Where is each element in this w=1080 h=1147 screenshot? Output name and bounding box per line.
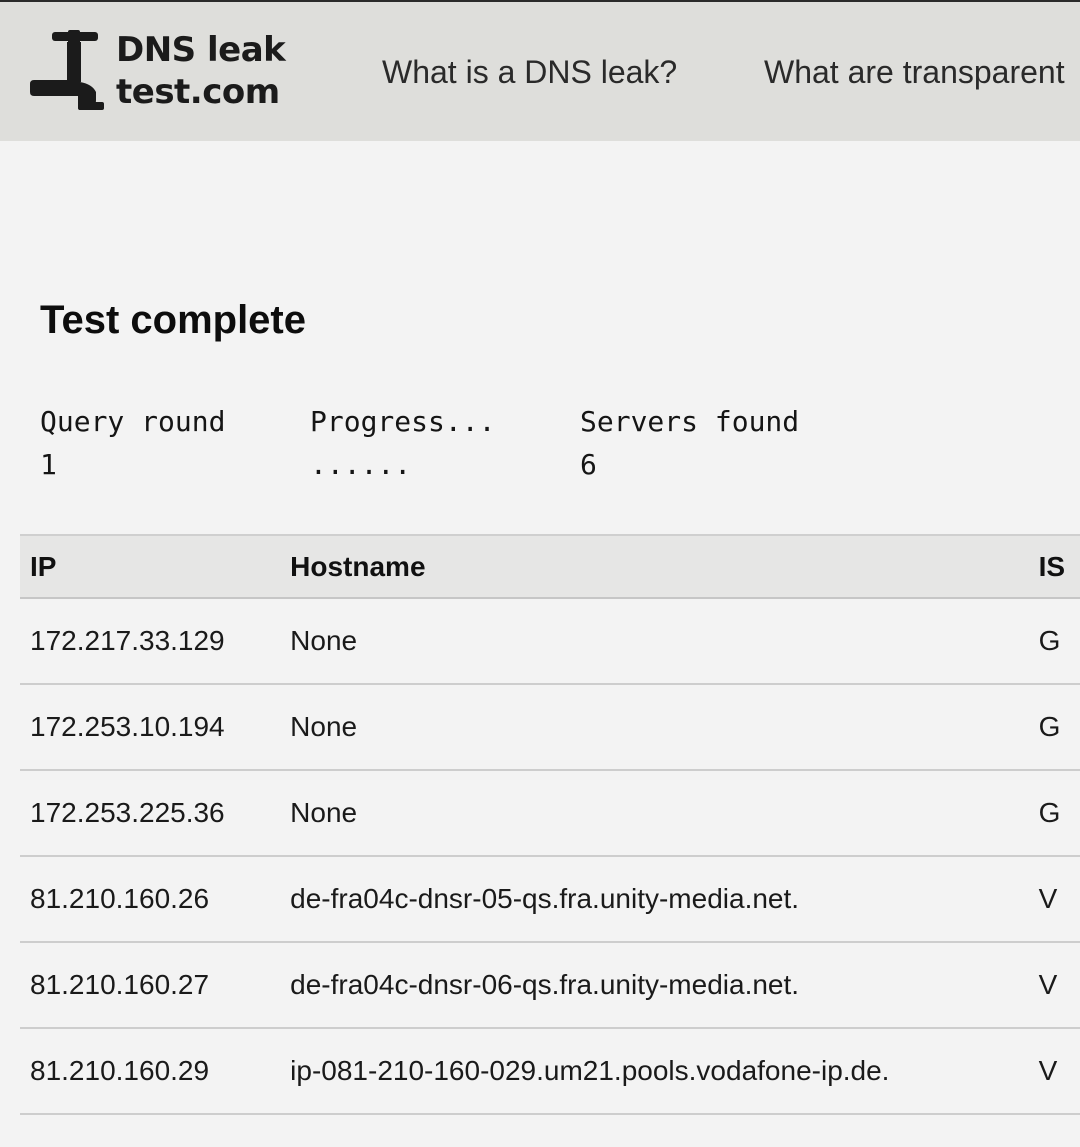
cell-isp: G bbox=[1028, 684, 1080, 771]
page-title: Test complete bbox=[40, 298, 306, 342]
table-row: 172.217.33.129 None G bbox=[20, 598, 1080, 685]
cell-hostname: None bbox=[280, 598, 1029, 685]
site-header: DNS leak test.com What is a DNS leak? Wh… bbox=[0, 2, 1080, 141]
progress-value: ...... bbox=[310, 448, 412, 481]
progress: Progress... ...... bbox=[310, 400, 570, 486]
table-row: 172.253.10.194 None G bbox=[20, 684, 1080, 771]
cell-hostname: None bbox=[280, 684, 1029, 771]
table-row: 81.210.160.26 de-fra04c-dnsr-05-qs.fra.u… bbox=[20, 856, 1080, 943]
table-row: 81.210.160.27 de-fra04c-dnsr-06-qs.fra.u… bbox=[20, 942, 1080, 1029]
results-table: IP Hostname IS 172.217.33.129 None G 172… bbox=[20, 534, 1080, 1115]
cell-hostname: ip-081-210-160-029.um21.pools.vodafone-i… bbox=[280, 1028, 1029, 1115]
table-header-row: IP Hostname IS bbox=[20, 535, 1080, 598]
cell-ip: 81.210.160.26 bbox=[20, 856, 281, 943]
servers-found: Servers found 6 bbox=[580, 400, 840, 486]
cell-isp: V bbox=[1028, 856, 1080, 943]
servers-found-label: Servers found bbox=[580, 405, 800, 438]
cell-ip: 172.253.10.194 bbox=[20, 684, 281, 771]
logo-line-2: test.com bbox=[116, 72, 280, 112]
query-round: Query round 1 bbox=[40, 400, 300, 486]
cell-isp: G bbox=[1028, 770, 1080, 857]
site-logo[interactable]: DNS leak test.com bbox=[30, 30, 300, 114]
header-isp: IS bbox=[1038, 550, 1066, 582]
header-ip: IP bbox=[30, 550, 57, 582]
cell-ip: 81.210.160.27 bbox=[20, 942, 281, 1029]
query-round-label: Query round bbox=[40, 405, 226, 438]
cell-ip: 172.217.33.129 bbox=[20, 598, 281, 685]
nav-what-is-dns-leak[interactable]: What is a DNS leak? bbox=[382, 52, 677, 92]
results-table-container: IP Hostname IS 172.217.33.129 None G 172… bbox=[20, 534, 1080, 1115]
cell-isp: V bbox=[1028, 942, 1080, 1029]
cell-ip: 81.210.160.29 bbox=[20, 1028, 281, 1115]
logo-line-1: DNS leak bbox=[116, 30, 286, 70]
cell-hostname: None bbox=[280, 770, 1029, 857]
cell-hostname: de-fra04c-dnsr-06-qs.fra.unity-media.net… bbox=[280, 942, 1029, 1029]
servers-found-value: 6 bbox=[580, 448, 597, 481]
cell-isp: V bbox=[1028, 1028, 1080, 1115]
query-round-value: 1 bbox=[40, 448, 57, 481]
cell-hostname: de-fra04c-dnsr-05-qs.fra.unity-media.net… bbox=[280, 856, 1029, 943]
faucet-icon bbox=[30, 30, 104, 110]
progress-label: Progress... bbox=[310, 405, 496, 438]
header-hostname: Hostname bbox=[290, 550, 426, 582]
table-row: 81.210.160.29 ip-081-210-160-029.um21.po… bbox=[20, 1028, 1080, 1115]
nav-what-are-transparent[interactable]: What are transparent bbox=[764, 52, 1065, 92]
cell-ip: 172.253.225.36 bbox=[20, 770, 281, 857]
table-row: 172.253.225.36 None G bbox=[20, 770, 1080, 857]
logo-text: DNS leak test.com bbox=[116, 30, 286, 112]
cell-isp: G bbox=[1028, 598, 1080, 685]
